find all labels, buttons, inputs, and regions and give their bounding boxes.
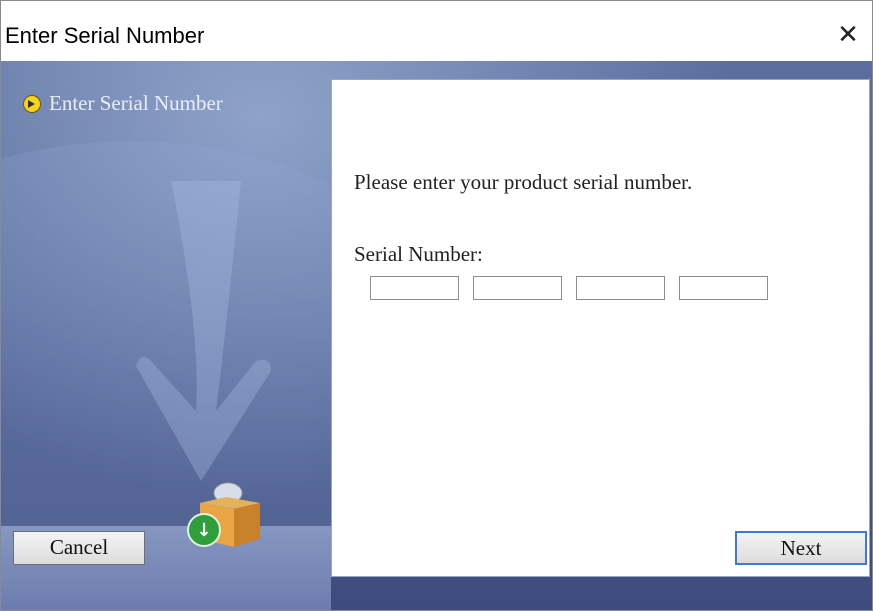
title-bar: Enter Serial Number ✕ xyxy=(1,1,872,61)
down-arrow-graphic xyxy=(136,181,271,481)
serial-field-4[interactable] xyxy=(679,276,768,300)
serial-field-3[interactable] xyxy=(576,276,665,300)
sidebar-step-enter-serial: Enter Serial Number xyxy=(23,91,223,116)
close-button[interactable]: ✕ xyxy=(824,15,872,55)
serial-number-label: Serial Number: xyxy=(354,242,483,266)
cancel-button[interactable]: Cancel xyxy=(13,531,145,565)
sidebar-panel: Enter Serial Number ↓ xyxy=(1,61,331,610)
dialog-body: Enter Serial Number ↓ Please enter your … xyxy=(1,61,872,610)
download-icon: ↓ xyxy=(187,513,221,547)
next-button[interactable]: Next xyxy=(735,531,867,565)
content-panel: Please enter your product serial number.… xyxy=(331,79,870,577)
sidebar-step-label: Enter Serial Number xyxy=(49,91,223,115)
close-icon: ✕ xyxy=(837,20,859,50)
serial-field-2[interactable] xyxy=(473,276,562,300)
arrow-bullet-icon xyxy=(23,94,41,113)
serial-field-1[interactable] xyxy=(370,276,459,300)
window-title: Enter Serial Number xyxy=(5,23,205,48)
serial-prompt-text: Please enter your product serial number. xyxy=(354,170,693,194)
serial-number-fields xyxy=(370,276,768,300)
installer-window: Enter Serial Number ✕ Enter Serial Numbe… xyxy=(0,0,873,611)
